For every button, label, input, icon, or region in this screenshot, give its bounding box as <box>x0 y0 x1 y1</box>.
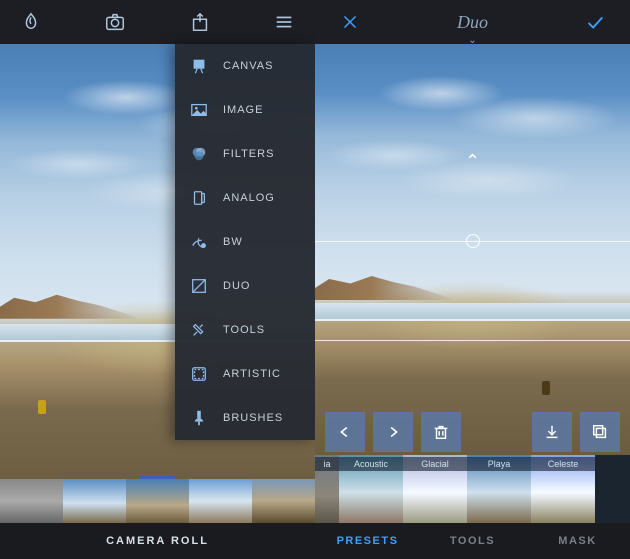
artistic-icon <box>189 364 209 384</box>
preset-strip[interactable]: ia Acoustic Glacial Playa Celeste <box>315 455 630 523</box>
menu-label: FILTERS <box>223 148 274 160</box>
preset-item[interactable]: Glacial <box>403 455 467 523</box>
filters-icon <box>189 144 209 164</box>
thumb[interactable] <box>126 479 189 523</box>
right-photo-viewport[interactable]: ⌃ <box>315 44 630 455</box>
gradient-top-chevron-icon[interactable]: ⌃ <box>465 151 480 172</box>
image-icon <box>189 100 209 120</box>
menu-label: BRUSHES <box>223 412 283 424</box>
right-pane: Duo ⌄ ⌃ ia Acoustic Glacial Playa Celes <box>315 0 630 559</box>
thumb[interactable] <box>252 479 315 523</box>
menu-item-bw[interactable]: BW <box>175 220 315 264</box>
confirm-button[interactable] <box>576 3 614 41</box>
hamburger-menu-icon[interactable] <box>265 3 303 41</box>
preset-item[interactable]: Acoustic <box>339 455 403 523</box>
gradient-center-handle[interactable] <box>466 234 480 248</box>
right-bottom-tabs: PRESETS TOOLS MASK <box>315 523 630 559</box>
tab-mask[interactable]: MASK <box>525 535 630 547</box>
app-logo-icon[interactable] <box>12 3 50 41</box>
menu-item-image[interactable]: IMAGE <box>175 88 315 132</box>
brushes-icon <box>189 408 209 428</box>
left-toolbar <box>0 0 315 44</box>
analog-icon <box>189 188 209 208</box>
camera-roll-label: CAMERA ROLL <box>106 535 209 547</box>
duo-icon <box>189 276 209 296</box>
menu-item-brushes[interactable]: BRUSHES <box>175 396 315 440</box>
tab-presets[interactable]: PRESETS <box>315 535 420 547</box>
mode-title: Duo <box>457 12 488 33</box>
preset-item[interactable]: Celeste <box>531 455 595 523</box>
title-caret-icon: ⌄ <box>468 36 476 46</box>
menu-label: BW <box>223 236 243 248</box>
download-button[interactable] <box>532 412 572 452</box>
menu-label: TOOLS <box>223 324 265 336</box>
share-icon[interactable] <box>181 3 219 41</box>
canvas-icon <box>189 56 209 76</box>
preset-item[interactable]: ia <box>315 455 339 523</box>
left-bottom-bar[interactable]: CAMERA ROLL <box>0 523 315 559</box>
menu-item-artistic[interactable]: ARTISTIC <box>175 352 315 396</box>
menu-label: ARTISTIC <box>223 368 281 380</box>
bw-icon <box>189 232 209 252</box>
thumb[interactable] <box>189 479 252 523</box>
camera-icon[interactable] <box>96 3 134 41</box>
menu-item-duo[interactable]: DUO <box>175 264 315 308</box>
action-bar <box>315 409 630 455</box>
right-toolbar: Duo ⌄ <box>315 0 630 44</box>
tools-icon <box>189 320 209 340</box>
menu-label: CANVAS <box>223 60 273 72</box>
left-pane: CANVAS IMAGE FILTERS ANALOG BW DUO TOOLS <box>0 0 315 559</box>
redo-button[interactable] <box>373 412 413 452</box>
menu-item-tools[interactable]: TOOLS <box>175 308 315 352</box>
thumbstrip-indicator <box>139 476 175 479</box>
thumb[interactable] <box>0 479 63 523</box>
menu-label: IMAGE <box>223 104 263 116</box>
copy-button[interactable] <box>580 412 620 452</box>
delete-button[interactable] <box>421 412 461 452</box>
tools-dropdown: CANVAS IMAGE FILTERS ANALOG BW DUO TOOLS <box>175 44 315 440</box>
cancel-button[interactable] <box>331 3 369 41</box>
undo-button[interactable] <box>325 412 365 452</box>
menu-label: DUO <box>223 280 250 292</box>
camera-roll-thumbstrip[interactable] <box>0 479 315 523</box>
menu-item-canvas[interactable]: CANVAS <box>175 44 315 88</box>
menu-item-analog[interactable]: ANALOG <box>175 176 315 220</box>
tab-tools[interactable]: TOOLS <box>420 535 525 547</box>
thumb[interactable] <box>63 479 126 523</box>
menu-item-filters[interactable]: FILTERS <box>175 132 315 176</box>
preset-item-selected[interactable]: Playa <box>467 455 531 523</box>
gradient-bottom-line[interactable] <box>315 340 630 341</box>
menu-label: ANALOG <box>223 192 275 204</box>
